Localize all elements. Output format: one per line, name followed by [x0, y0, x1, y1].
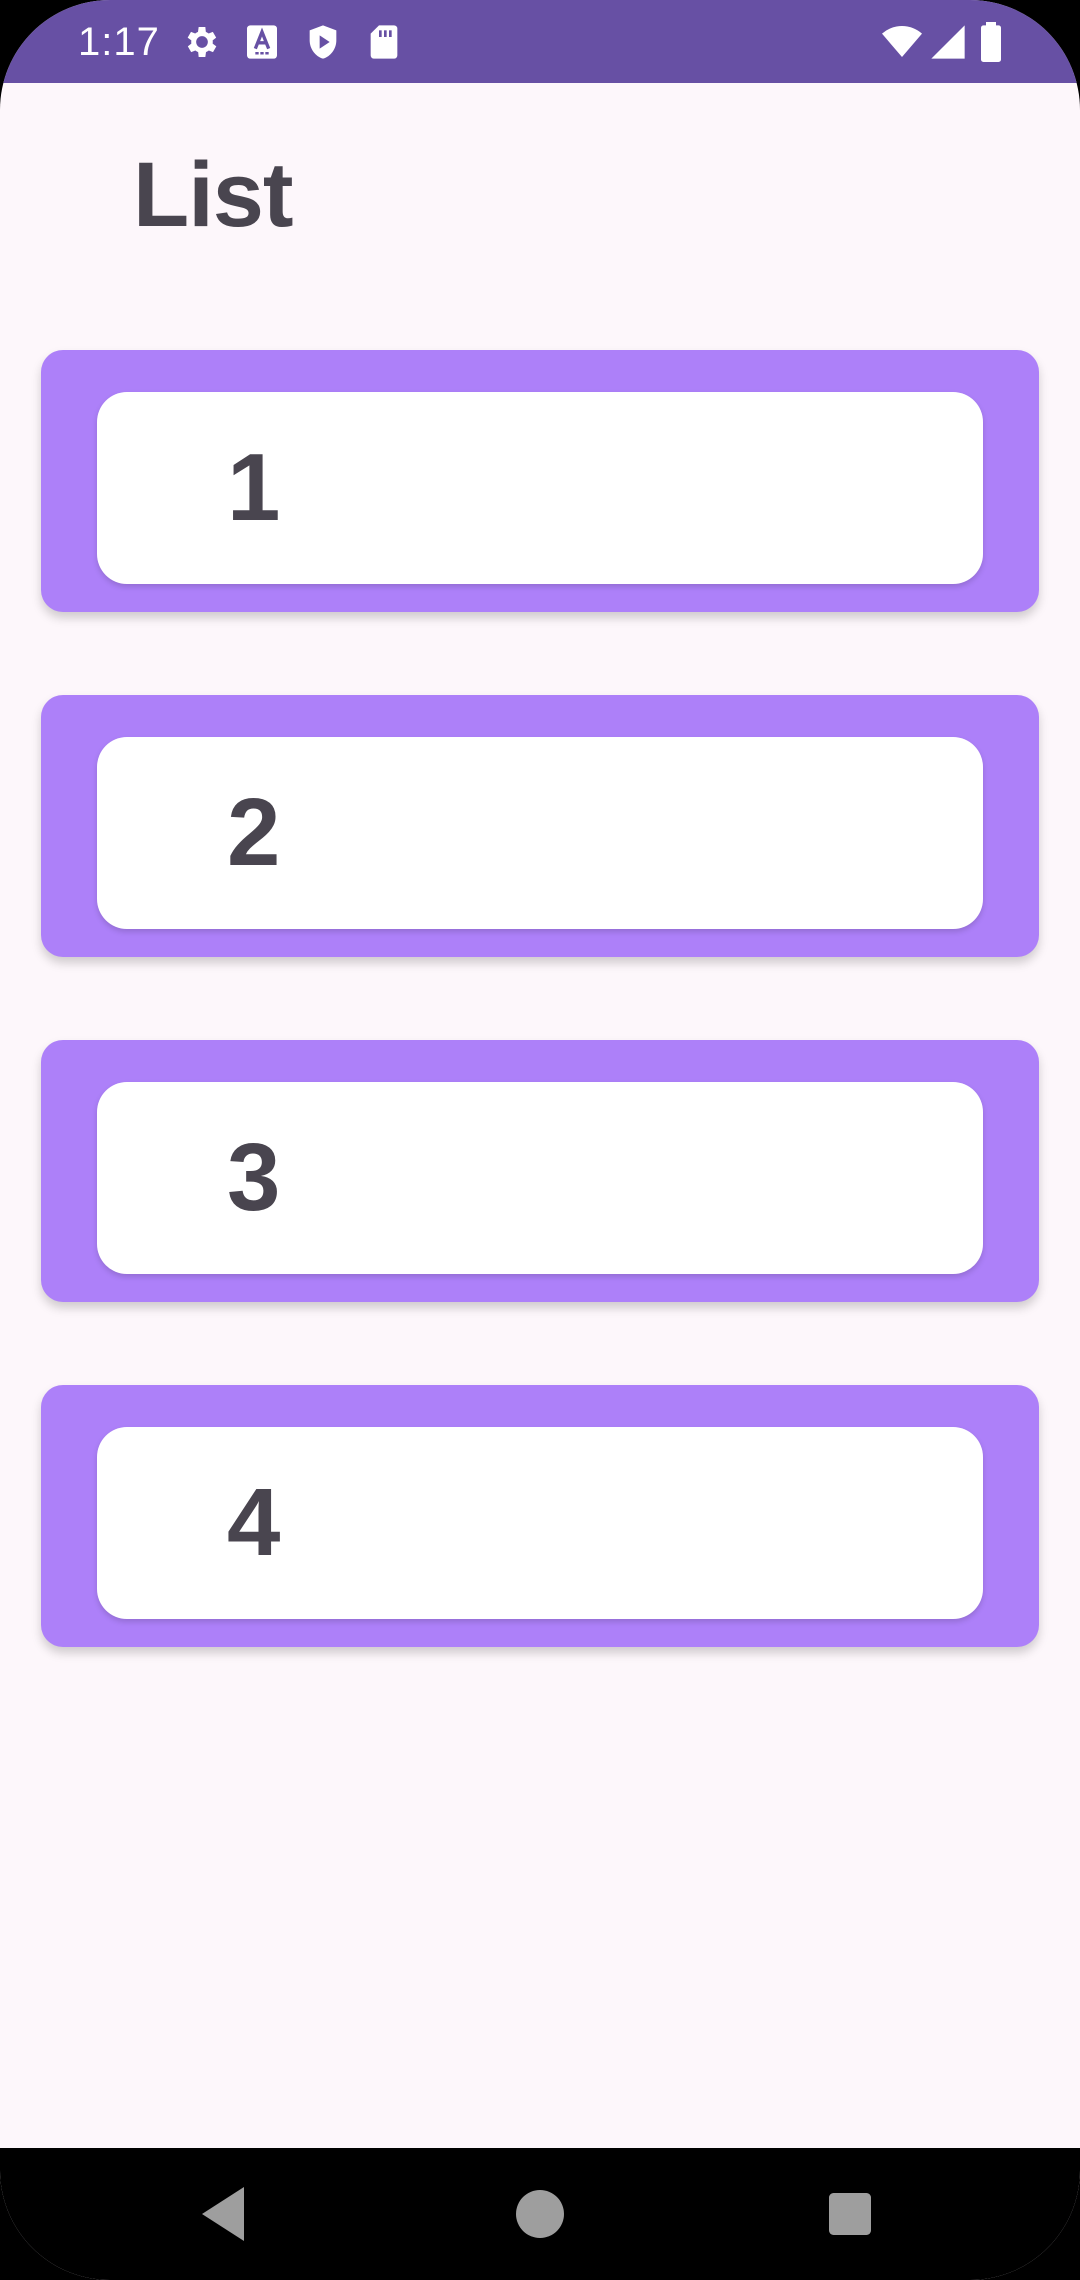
list-item-label: 2 [227, 779, 281, 886]
list-item[interactable]: 2 [41, 695, 1039, 957]
list-item-label: 4 [227, 1469, 281, 1576]
gear-icon [182, 22, 222, 62]
list-item-card[interactable]: 2 [97, 737, 983, 929]
back-icon[interactable] [190, 2178, 262, 2250]
list-item-label: 1 [227, 434, 281, 541]
status-bar: 1:17 [0, 0, 1080, 83]
navigation-bar [0, 2148, 1080, 2280]
recents-icon[interactable] [814, 2178, 886, 2250]
signal-icon [928, 22, 968, 62]
home-icon[interactable] [504, 2178, 576, 2250]
list-item-card[interactable]: 3 [97, 1082, 983, 1274]
wifi-icon [880, 22, 924, 62]
sd-card-icon [364, 22, 404, 62]
list-item-card[interactable]: 1 [97, 392, 983, 584]
list-item-card[interactable]: 4 [97, 1427, 983, 1619]
list-item[interactable]: 4 [41, 1385, 1039, 1647]
list: 1 2 3 4 [41, 350, 1039, 1730]
list-item[interactable]: 1 [41, 350, 1039, 612]
shield-play-icon [303, 22, 343, 62]
app-screen: 1:17 List 1 2 3 4 [0, 0, 1080, 2280]
battery-icon [975, 22, 1007, 62]
text-a-icon [242, 22, 282, 62]
list-item[interactable]: 3 [41, 1040, 1039, 1302]
status-time: 1:17 [78, 20, 160, 64]
list-item-label: 3 [227, 1124, 281, 1231]
page-title: List [133, 144, 294, 246]
